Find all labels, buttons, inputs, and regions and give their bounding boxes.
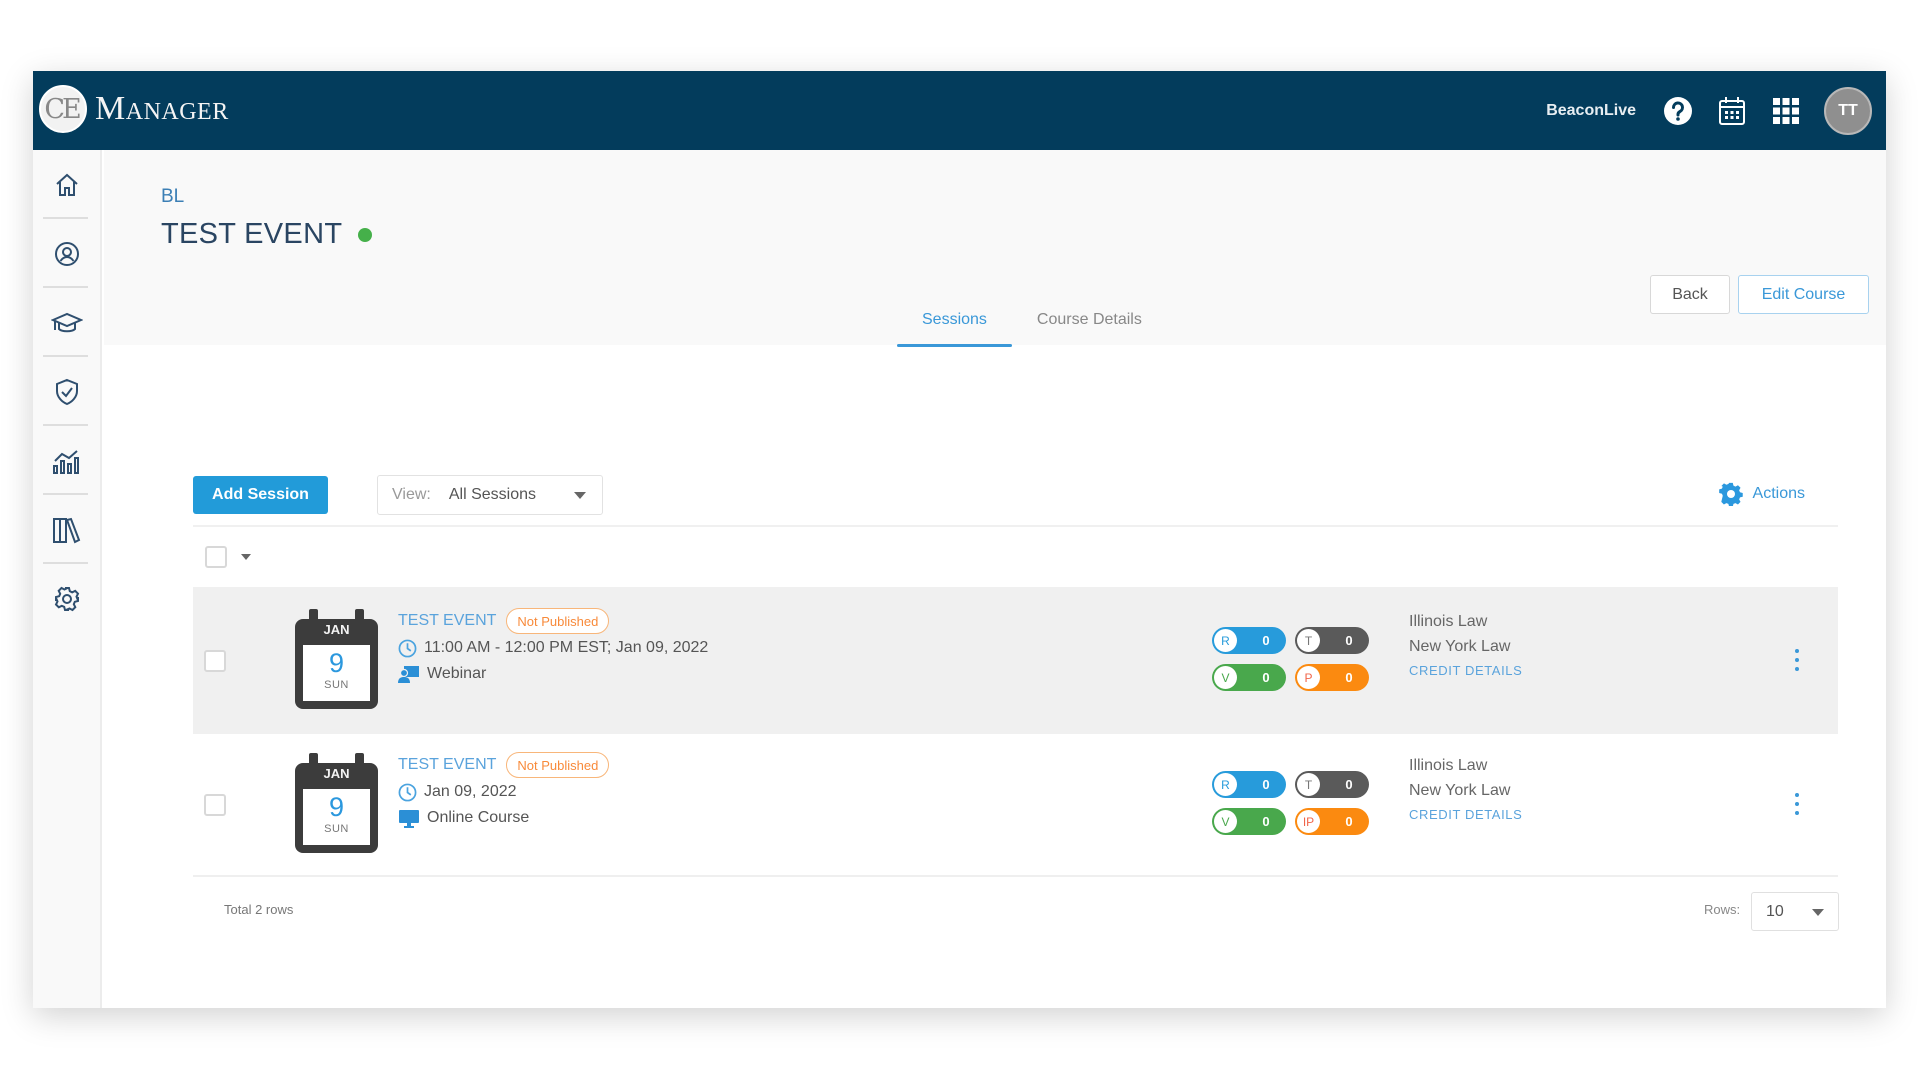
- date-calendar-icon: JAN 9 SUN: [295, 609, 378, 709]
- edit-course-button[interactable]: Edit Course: [1738, 275, 1869, 314]
- view-label: View:: [392, 486, 431, 503]
- total-count-pill[interactable]: T0: [1295, 771, 1369, 798]
- credit-item: New York Law: [1409, 638, 1511, 655]
- credit-item: Illinois Law: [1409, 613, 1488, 630]
- page-title: TEST EVENT: [161, 218, 373, 251]
- credit-details-link[interactable]: CREDIT DETAILS: [1409, 807, 1522, 822]
- in-progress-count-pill[interactable]: IP 0: [1295, 808, 1369, 835]
- registered-count-pill[interactable]: R0: [1212, 771, 1286, 798]
- graduation-cap-icon: [50, 312, 83, 332]
- session-type: Online Course: [427, 809, 530, 826]
- user-avatar[interactable]: TT: [1824, 86, 1872, 135]
- calendar-weekday: SUN: [324, 823, 349, 835]
- publish-status-badge: Not Published: [506, 752, 610, 778]
- session-title-link[interactable]: TEST EVENT: [398, 612, 496, 630]
- sidebar-item-compliance[interactable]: [33, 357, 100, 426]
- credit-item: New York Law: [1409, 782, 1511, 799]
- view-filter-dropdown[interactable]: View: All Sessions: [377, 475, 603, 515]
- monitor-icon: [399, 809, 419, 828]
- select-all-control: [205, 546, 251, 568]
- sidebar: [33, 150, 102, 1008]
- webinar-icon: [398, 665, 419, 683]
- session-time: Jan 09, 2022: [424, 783, 517, 800]
- actions-label: Actions: [1752, 485, 1805, 502]
- apps-grid-icon[interactable]: [1770, 95, 1802, 127]
- rows-per-page-value: 10: [1766, 902, 1784, 920]
- credit-list: Illinois Law New York Law CREDIT DETAILS: [1409, 753, 1522, 822]
- tab-sessions[interactable]: Sessions: [897, 295, 1012, 347]
- credit-list: Illinois Law New York Law CREDIT DETAILS: [1409, 609, 1522, 678]
- page-title-text: TEST EVENT: [161, 218, 343, 250]
- view-value: All Sessions: [448, 486, 536, 503]
- session-row[interactable]: JAN 9 SUN TEST EVENT Not Published 11:00…: [193, 587, 1838, 734]
- analytics-icon: [52, 449, 79, 474]
- total-rows-label: Total 2 rows: [224, 902, 294, 917]
- credit-item: Illinois Law: [1409, 757, 1488, 774]
- credit-details-link[interactable]: CREDIT DETAILS: [1409, 663, 1522, 678]
- logo-mark: CE: [39, 85, 87, 133]
- rows-per-page-label: Rows:: [1704, 902, 1741, 917]
- total-count-pill[interactable]: T0: [1295, 627, 1369, 654]
- calendar-month: JAN: [323, 622, 350, 637]
- registered-count-pill[interactable]: R0: [1212, 627, 1286, 654]
- clock-icon: [398, 639, 417, 657]
- session-title-link[interactable]: TEST EVENT: [398, 756, 496, 774]
- divider: [193, 525, 1838, 527]
- page-header: BL TEST EVENT Back Edit Course Sessions …: [104, 150, 1886, 347]
- sidebar-item-home[interactable]: [33, 150, 100, 219]
- row-more-options-icon[interactable]: [1792, 793, 1802, 815]
- tab-bar: Sessions Course Details: [897, 295, 1167, 347]
- rows-per-page-dropdown[interactable]: 10: [1751, 892, 1839, 931]
- publish-status-badge: Not Published: [506, 608, 610, 634]
- row-checkbox[interactable]: [204, 794, 226, 816]
- chevron-down-icon: [574, 492, 586, 499]
- verified-count-pill[interactable]: V0: [1212, 664, 1286, 691]
- select-all-checkbox[interactable]: [205, 546, 227, 568]
- calendar-weekday: SUN: [324, 679, 349, 691]
- app-window: CE Manager BeaconLive TT BL TEST EVENT B…: [33, 71, 1886, 1008]
- session-info: TEST EVENT Not Published Jan 09, 2022 On…: [398, 751, 610, 831]
- help-icon[interactable]: [1662, 95, 1694, 127]
- ce-manager-logo[interactable]: CE Manager: [39, 85, 229, 133]
- tab-course-details[interactable]: Course Details: [1012, 295, 1167, 345]
- session-time: 11:00 AM - 12:00 PM EST; Jan 09, 2022: [424, 639, 709, 656]
- back-button[interactable]: Back: [1650, 275, 1730, 314]
- library-icon: [52, 517, 80, 543]
- gear-icon: [1718, 482, 1743, 506]
- logo-text: Manager: [95, 90, 229, 127]
- calendar-day: 9: [328, 792, 345, 822]
- home-icon: [55, 173, 78, 196]
- shield-check-icon: [55, 378, 78, 405]
- clock-icon: [398, 783, 417, 801]
- actions-button[interactable]: Actions: [1718, 482, 1805, 506]
- top-navigation-bar: CE Manager BeaconLive TT: [33, 71, 1886, 150]
- date-calendar-icon: JAN 9 SUN: [295, 753, 378, 853]
- sidebar-item-settings[interactable]: [33, 564, 100, 633]
- gear-icon: [54, 586, 79, 611]
- session-row[interactable]: JAN 9 SUN TEST EVENT Not Published Jan 0…: [193, 731, 1838, 878]
- calendar-day: 9: [328, 648, 345, 678]
- row-checkbox[interactable]: [204, 650, 226, 672]
- bulk-select-dropdown-icon[interactable]: [241, 554, 251, 560]
- calendar-icon[interactable]: [1716, 95, 1748, 127]
- session-info: TEST EVENT Not Published 11:00 AM - 12:0…: [398, 607, 708, 687]
- calendar-month: JAN: [323, 766, 350, 781]
- main-content: BL TEST EVENT Back Edit Course Sessions …: [104, 150, 1886, 1008]
- row-more-options-icon[interactable]: [1792, 649, 1802, 671]
- breadcrumb[interactable]: BL: [161, 186, 184, 208]
- chevron-down-icon: [1812, 909, 1824, 916]
- add-session-button[interactable]: Add Session: [193, 476, 328, 514]
- status-indicator: [358, 227, 373, 242]
- sidebar-item-courses[interactable]: [33, 288, 100, 357]
- user-circle-icon: [54, 241, 79, 266]
- sidebar-item-reports[interactable]: [33, 426, 100, 495]
- sidebar-item-users[interactable]: [33, 219, 100, 288]
- table-divider: [193, 875, 1838, 877]
- sidebar-item-library[interactable]: [33, 495, 100, 564]
- pending-count-pill[interactable]: P0: [1295, 664, 1369, 691]
- organization-name[interactable]: BeaconLive: [1546, 102, 1636, 120]
- verified-count-pill[interactable]: V0: [1212, 808, 1286, 835]
- sessions-toolbar: Add Session View: All Sessions Actions: [193, 475, 1838, 516]
- session-type: Webinar: [427, 665, 487, 682]
